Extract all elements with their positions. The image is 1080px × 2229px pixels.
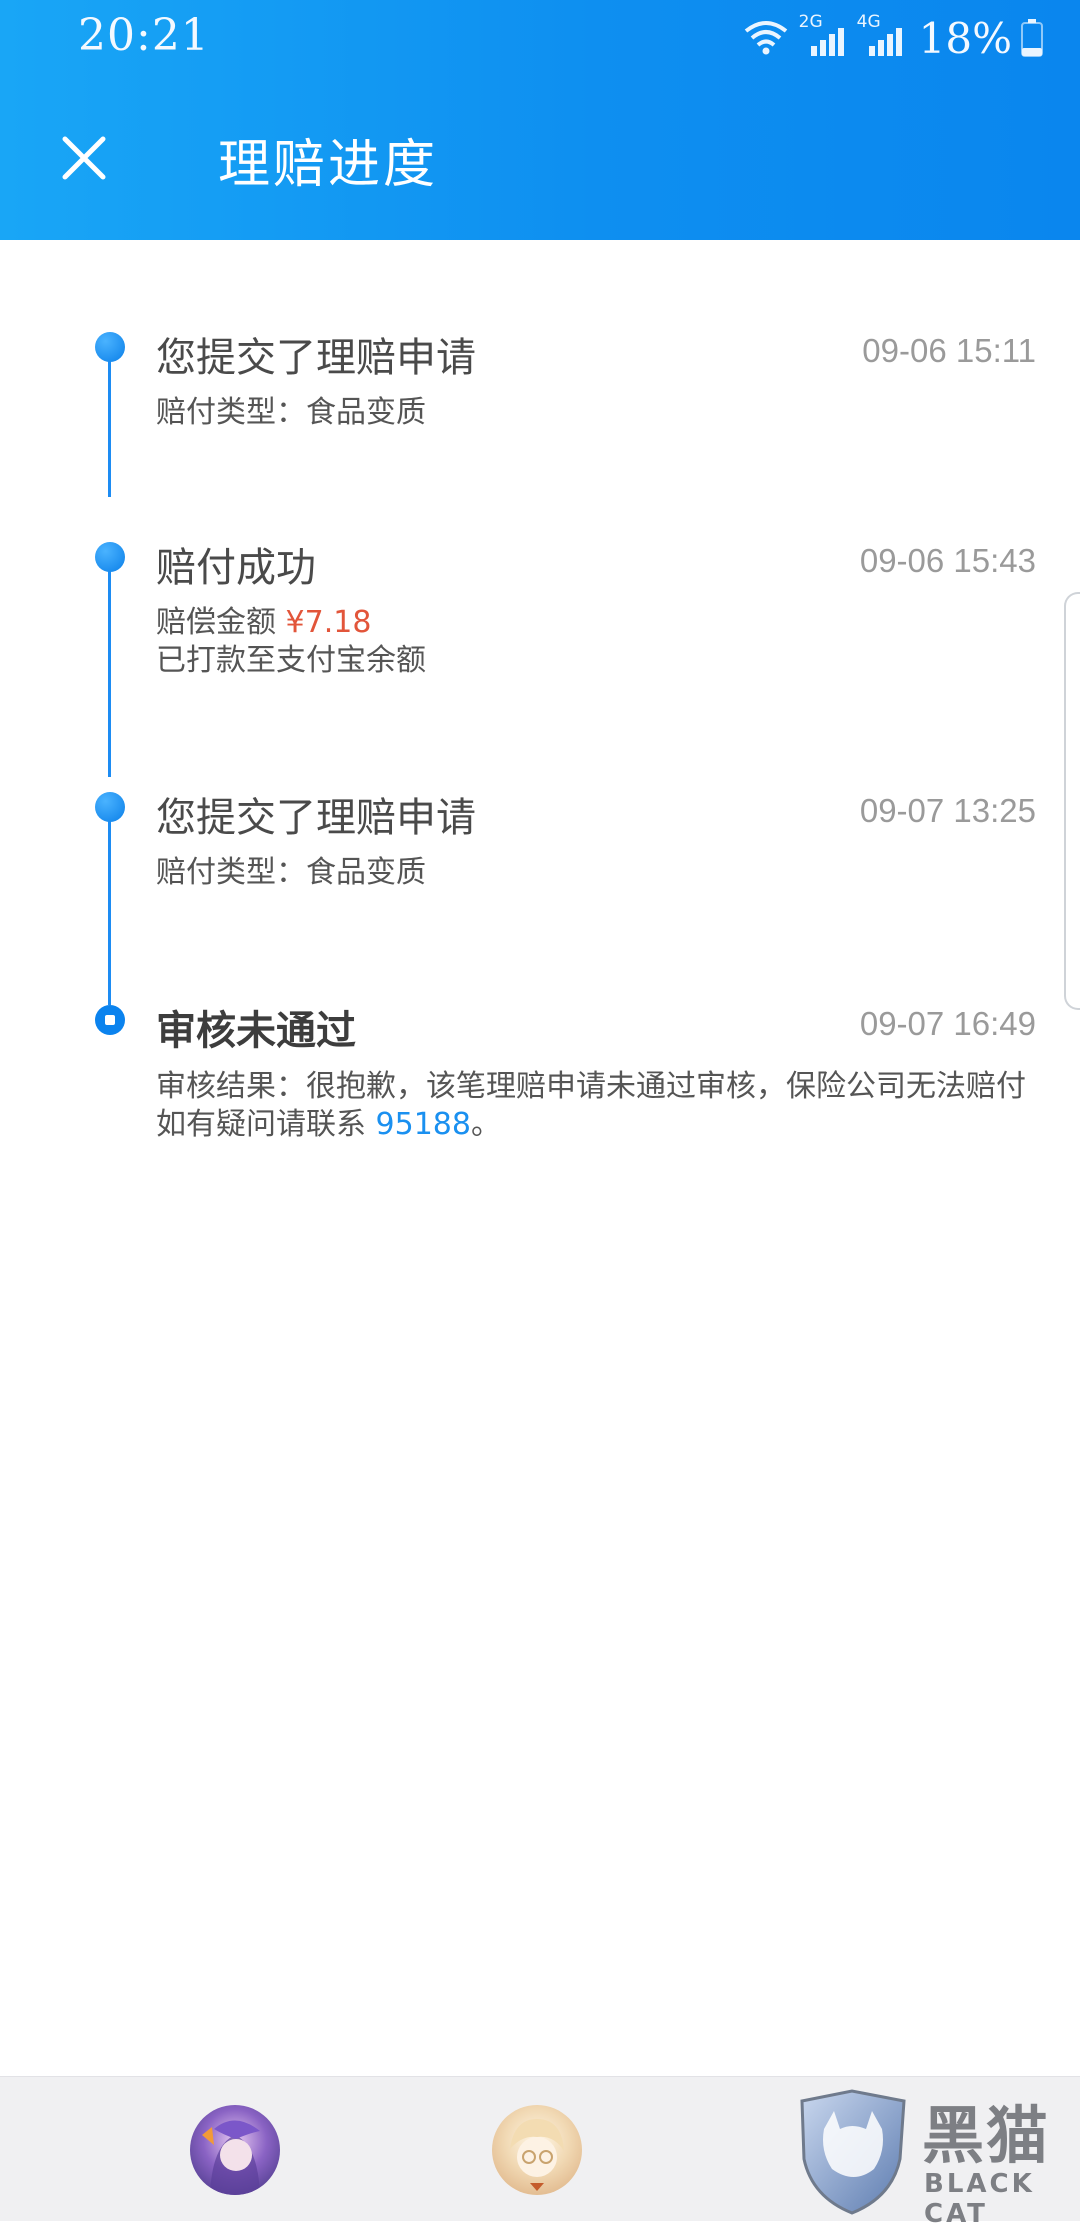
timeline-connector: [108, 555, 111, 777]
payout-amount: ¥7.18: [285, 605, 372, 640]
signal-4g-icon: 4G: [855, 12, 905, 60]
avatar[interactable]: [190, 2105, 280, 2195]
status-bar: 20:21 2G 4G 18%: [0, 0, 1080, 76]
avatar[interactable]: [492, 2105, 582, 2195]
timeline-dot: [95, 542, 125, 572]
event-time: 09-06 15:43: [859, 542, 1036, 579]
event-time: 09-06 15:11: [862, 332, 1036, 369]
event-title: 您提交了理赔申请: [156, 795, 476, 841]
timeline-connector: [108, 805, 111, 1005]
amount-label: 赔偿金额: [156, 605, 286, 640]
blackcat-watermark: 黑猫 BLACK CAT: [794, 2083, 1080, 2229]
status-icons: 2G 4G 18%: [743, 12, 1044, 63]
timeline-dot: [95, 792, 125, 822]
event-title: 您提交了理赔申请: [156, 335, 476, 381]
timeline-dot: [95, 332, 125, 362]
wifi-icon: [744, 21, 787, 55]
event-title: 赔付成功: [156, 545, 316, 591]
page-title: 理赔进度: [218, 135, 439, 195]
event-time: 09-07 16:49: [859, 1005, 1036, 1042]
claim-progress-timeline: 您提交了理赔申请 09-06 15:11 赔付类型：食品变质 赔付成功 09-0…: [0, 240, 1080, 2070]
signal-2g-icon: 2G: [797, 12, 847, 60]
contact-prefix: 如有疑问请联系: [156, 1107, 376, 1142]
timeline-connector: [108, 345, 111, 497]
watermark-en: BLACK CAT: [924, 2169, 1035, 2229]
close-icon: [62, 136, 106, 180]
bottom-bar: 黑猫 BLACK CAT: [0, 2076, 1080, 2229]
contact-suffix: 。: [470, 1107, 501, 1142]
event-detail: 赔付类型：食品变质: [156, 395, 426, 430]
payout-destination: 已打款至支付宝余额: [156, 643, 426, 678]
event-title: 审核未通过: [156, 1008, 356, 1054]
event-detail: 赔偿金额 ¥7.18 已打款至支付宝余额: [156, 604, 1036, 680]
battery-percent: 18%: [918, 13, 1012, 63]
event-detail: 审核结果：很抱歉，该笔理赔申请未通过审核，保险公司无法赔付 如有疑问请联系 95…: [156, 1068, 1036, 1144]
app-header: 20:21 2G 4G 18% 理赔进度: [0, 0, 1080, 240]
review-result-text: 审核结果：很抱歉，该笔理赔申请未通过审核，保险公司无法赔付: [156, 1069, 1026, 1104]
event-detail: 赔付类型：食品变质: [156, 855, 426, 890]
battery-icon: [1021, 19, 1043, 57]
side-panel-edge[interactable]: [1064, 592, 1080, 1010]
contact-phone-link[interactable]: 95188: [376, 1107, 471, 1142]
status-time: 20:21: [78, 10, 210, 61]
watermark-cn: 黑猫: [922, 2099, 1051, 2172]
timeline-dot-current: [95, 1005, 125, 1035]
blackcat-shield-logo: [800, 2089, 906, 2215]
close-button[interactable]: [44, 118, 124, 198]
event-time: 09-07 13:25: [859, 792, 1036, 829]
